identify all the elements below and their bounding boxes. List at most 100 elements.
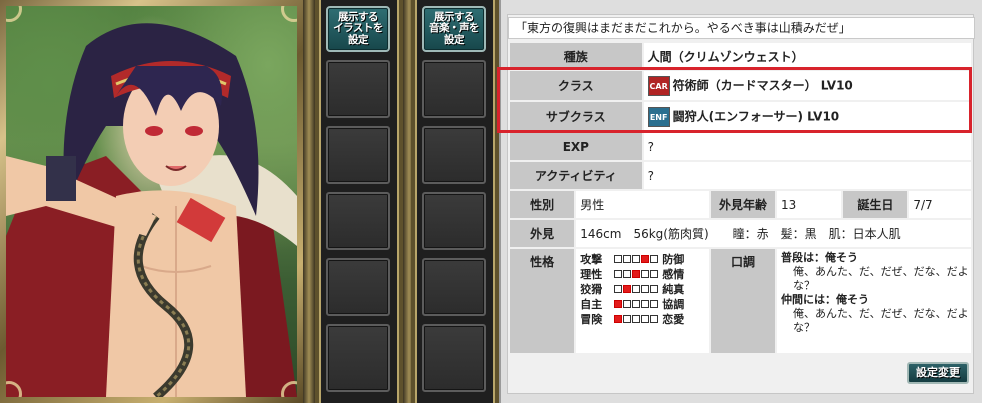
profile-panel: 「東方の復興はまだまだこれから。やるべき事は山積みだぜ」 種族 人間（クリムゾン… bbox=[499, 0, 982, 403]
speech-value: 普段は：俺そう 俺、あんた、だ、だぜ、だな、だよな？ 仲間には：俺そう 俺、あん… bbox=[776, 249, 971, 353]
scale-box bbox=[641, 269, 650, 278]
speech-normal-title: 普段は：俺そう bbox=[780, 251, 858, 264]
trait-left: 攻撃 bbox=[580, 252, 603, 266]
appearance-value: 146cm 56kg(筋肉質) 瞳：赤 髪：黒 肌：日本人肌 bbox=[576, 220, 971, 247]
scale-box bbox=[614, 314, 623, 323]
subclass-value: 闘狩人(エンフォーサー) LV10 bbox=[672, 109, 840, 123]
personality-speech-row: 性格 攻撃 防御理性 感情狡猾 純真自主 協調冒険 恋愛 口調 普段は：俺そう 俺、あんた… bbox=[510, 249, 971, 353]
trait-right: 感情 bbox=[662, 267, 685, 281]
portrait-frame bbox=[0, 0, 303, 403]
personality-row: 攻撃 防御 bbox=[580, 251, 709, 266]
character-illustration bbox=[6, 6, 297, 397]
trait-left: 理性 bbox=[580, 267, 603, 281]
character-quote: 「東方の復興はまだまだこれから。やるべき事は山積みだぜ」 bbox=[508, 17, 975, 39]
race-row: 種族 人間（クリムゾンウェスト） bbox=[510, 43, 971, 69]
exp-value: ? bbox=[643, 133, 971, 160]
scale-box bbox=[614, 284, 623, 293]
appearance-label: 外見 bbox=[510, 220, 575, 247]
trait-right: 純真 bbox=[662, 282, 685, 296]
basic-info-row: 性別 男性 外見年齢 13 誕生日 7/7 bbox=[510, 191, 971, 218]
race-value: 人間（クリムゾンウェスト） bbox=[643, 43, 971, 69]
profile-table: 種族 人間（クリムゾンウェスト） クラス CAR 符術師（カードマスター） LV1… bbox=[508, 41, 973, 355]
scale-box bbox=[614, 269, 623, 278]
scale-box bbox=[632, 299, 641, 308]
personality-row: 冒険 恋愛 bbox=[580, 311, 709, 326]
character-art bbox=[6, 23, 297, 397]
music-slot[interactable] bbox=[422, 126, 486, 184]
class-cell: CAR 符術師（カードマスター） LV10 bbox=[643, 71, 971, 100]
scale-box bbox=[623, 314, 632, 323]
subclass-cell: ENF 闘狩人(エンフォーサー) LV10 bbox=[643, 102, 971, 131]
personality-row: 自主 協調 bbox=[580, 296, 709, 311]
activity-value: ? bbox=[643, 162, 971, 189]
scale-box bbox=[650, 314, 659, 323]
activity-label: アクティビティ bbox=[510, 162, 642, 189]
appearance-row: 外見 146cm 56kg(筋肉質) 瞳：赤 髪：黒 肌：日本人肌 bbox=[510, 220, 971, 247]
scale-box bbox=[632, 269, 641, 278]
trait-left: 冒険 bbox=[580, 312, 603, 326]
scale-box bbox=[614, 299, 623, 308]
trait-right: 恋愛 bbox=[662, 312, 685, 326]
scale-box bbox=[632, 254, 641, 263]
scale-box bbox=[632, 284, 641, 293]
class-label: クラス bbox=[510, 71, 642, 100]
scale-box bbox=[650, 299, 659, 308]
music-slot[interactable] bbox=[422, 324, 486, 392]
speech-normal-text: 俺、あんた、だ、だぜ、だな、だよな？ bbox=[792, 265, 969, 292]
class-row: クラス CAR 符術師（カードマスター） LV10 bbox=[510, 71, 971, 100]
birthday-label: 誕生日 bbox=[843, 191, 908, 218]
illustration-slot[interactable] bbox=[326, 258, 390, 316]
character-profile-screen: 展示する イラストを 設定 展示する 音楽・声を 設定 「東方の復興はまだまだこ bbox=[0, 0, 982, 403]
change-settings-button[interactable]: 設定変更 bbox=[907, 362, 969, 384]
subclass-row: サブクラス ENF 闘狩人(エンフォーサー) LV10 bbox=[510, 102, 971, 131]
speech-friends-title: 仲間には：俺そう bbox=[780, 293, 869, 306]
trait-right: 防御 bbox=[662, 252, 685, 266]
card-master-icon: CAR bbox=[647, 75, 670, 96]
set-music-voice-button[interactable]: 展示する 音楽・声を 設定 bbox=[422, 6, 486, 52]
gender-value: 男性 bbox=[576, 191, 709, 218]
birthday-value: 7/7 bbox=[909, 191, 971, 218]
music-slot[interactable] bbox=[422, 60, 486, 118]
music-slot[interactable] bbox=[422, 258, 486, 316]
frame-divider bbox=[303, 0, 315, 403]
music-slot[interactable] bbox=[422, 192, 486, 250]
class-value: 符術師（カードマスター） LV10 bbox=[672, 78, 853, 92]
profile-card: 「東方の復興はまだまだこれから。やるべき事は山積みだぜ」 種族 人間（クリムゾン… bbox=[507, 14, 975, 394]
button-text: 設定 bbox=[347, 33, 368, 46]
speech-label: 口調 bbox=[710, 249, 775, 353]
exp-label: EXP bbox=[510, 133, 642, 160]
scale-box bbox=[632, 314, 641, 323]
age-label: 外見年齢 bbox=[710, 191, 775, 218]
age-value: 13 bbox=[776, 191, 842, 218]
scale-box bbox=[614, 254, 623, 263]
trait-left: 自主 bbox=[580, 297, 603, 311]
personality-label: 性格 bbox=[510, 249, 575, 353]
trait-right: 協調 bbox=[662, 297, 685, 311]
scale-box bbox=[650, 284, 659, 293]
enforcer-icon: ENF bbox=[647, 106, 670, 127]
illustration-slot[interactable] bbox=[326, 60, 390, 118]
button-text: 設定 bbox=[444, 33, 465, 46]
scale-box bbox=[641, 314, 650, 323]
activity-row: アクティビティ ? bbox=[510, 162, 971, 189]
personality-row: 狡猾 純真 bbox=[580, 281, 709, 296]
scale-box bbox=[623, 269, 632, 278]
scale-box bbox=[623, 284, 632, 293]
scale-box bbox=[623, 299, 632, 308]
personality-row: 理性 感情 bbox=[580, 266, 709, 281]
scale-box bbox=[641, 254, 650, 263]
scale-box bbox=[641, 299, 650, 308]
gender-label: 性別 bbox=[510, 191, 575, 218]
illustration-slot[interactable] bbox=[326, 192, 390, 250]
scale-box bbox=[650, 269, 659, 278]
speech-friends-text: 俺、あんた、だ、だぜ、だな、だよな？ bbox=[792, 307, 969, 334]
illustration-slot[interactable] bbox=[326, 324, 390, 392]
illustration-slot[interactable] bbox=[326, 126, 390, 184]
trait-left: 狡猾 bbox=[580, 282, 603, 296]
set-illustration-button[interactable]: 展示する イラストを 設定 bbox=[326, 6, 390, 52]
personality-grid: 攻撃 防御理性 感情狡猾 純真自主 協調冒険 恋愛 bbox=[576, 249, 709, 353]
race-label: 種族 bbox=[510, 43, 642, 69]
scale-box bbox=[650, 254, 659, 263]
exp-row: EXP ? bbox=[510, 133, 971, 160]
scale-box bbox=[623, 254, 632, 263]
